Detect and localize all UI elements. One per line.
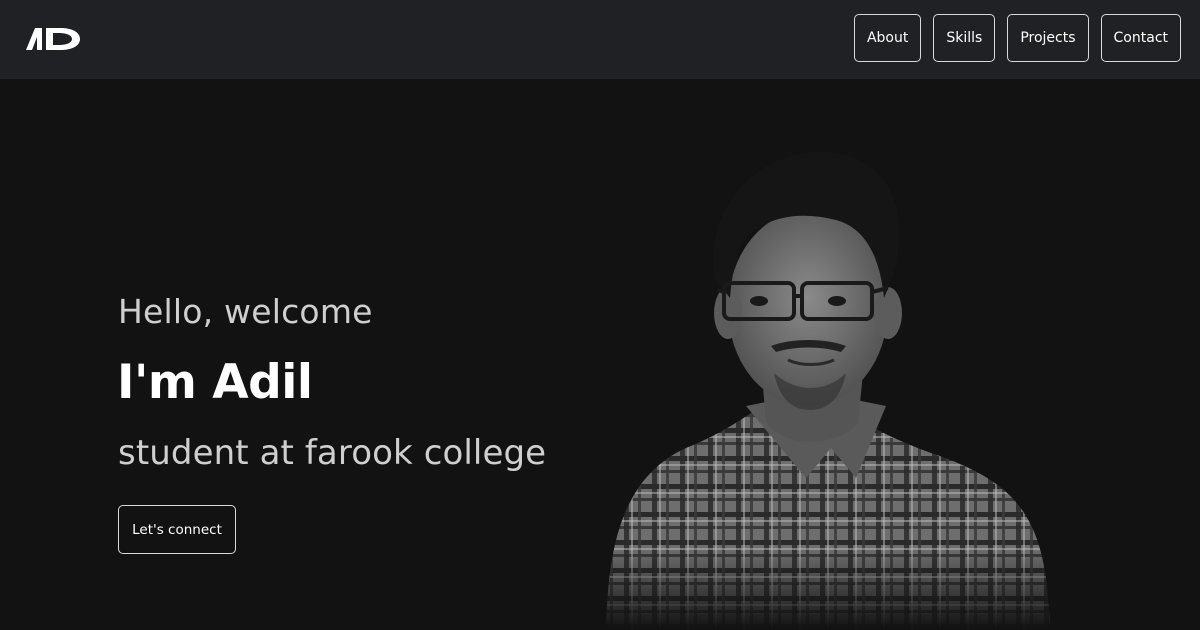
navbar: About Skills Projects Contact: [0, 0, 1200, 79]
portrait-photo: [596, 151, 1056, 630]
lets-connect-button[interactable]: Let's connect: [118, 505, 236, 554]
hero-name: I'm Adil: [117, 355, 313, 410]
nav-about-button[interactable]: About: [853, 14, 922, 62]
hero-greeting: Hello, welcome: [118, 292, 373, 331]
hero-subtitle: student at farook college: [118, 433, 547, 473]
nav-contact-button[interactable]: Contact: [1100, 14, 1181, 62]
nav-projects-button[interactable]: Projects: [1007, 14, 1089, 62]
logo-mark: [26, 28, 80, 50]
nav-skills-button[interactable]: Skills: [933, 14, 996, 62]
nav-links: About Skills Projects Contact: [853, 14, 1181, 62]
logo[interactable]: [26, 28, 82, 50]
